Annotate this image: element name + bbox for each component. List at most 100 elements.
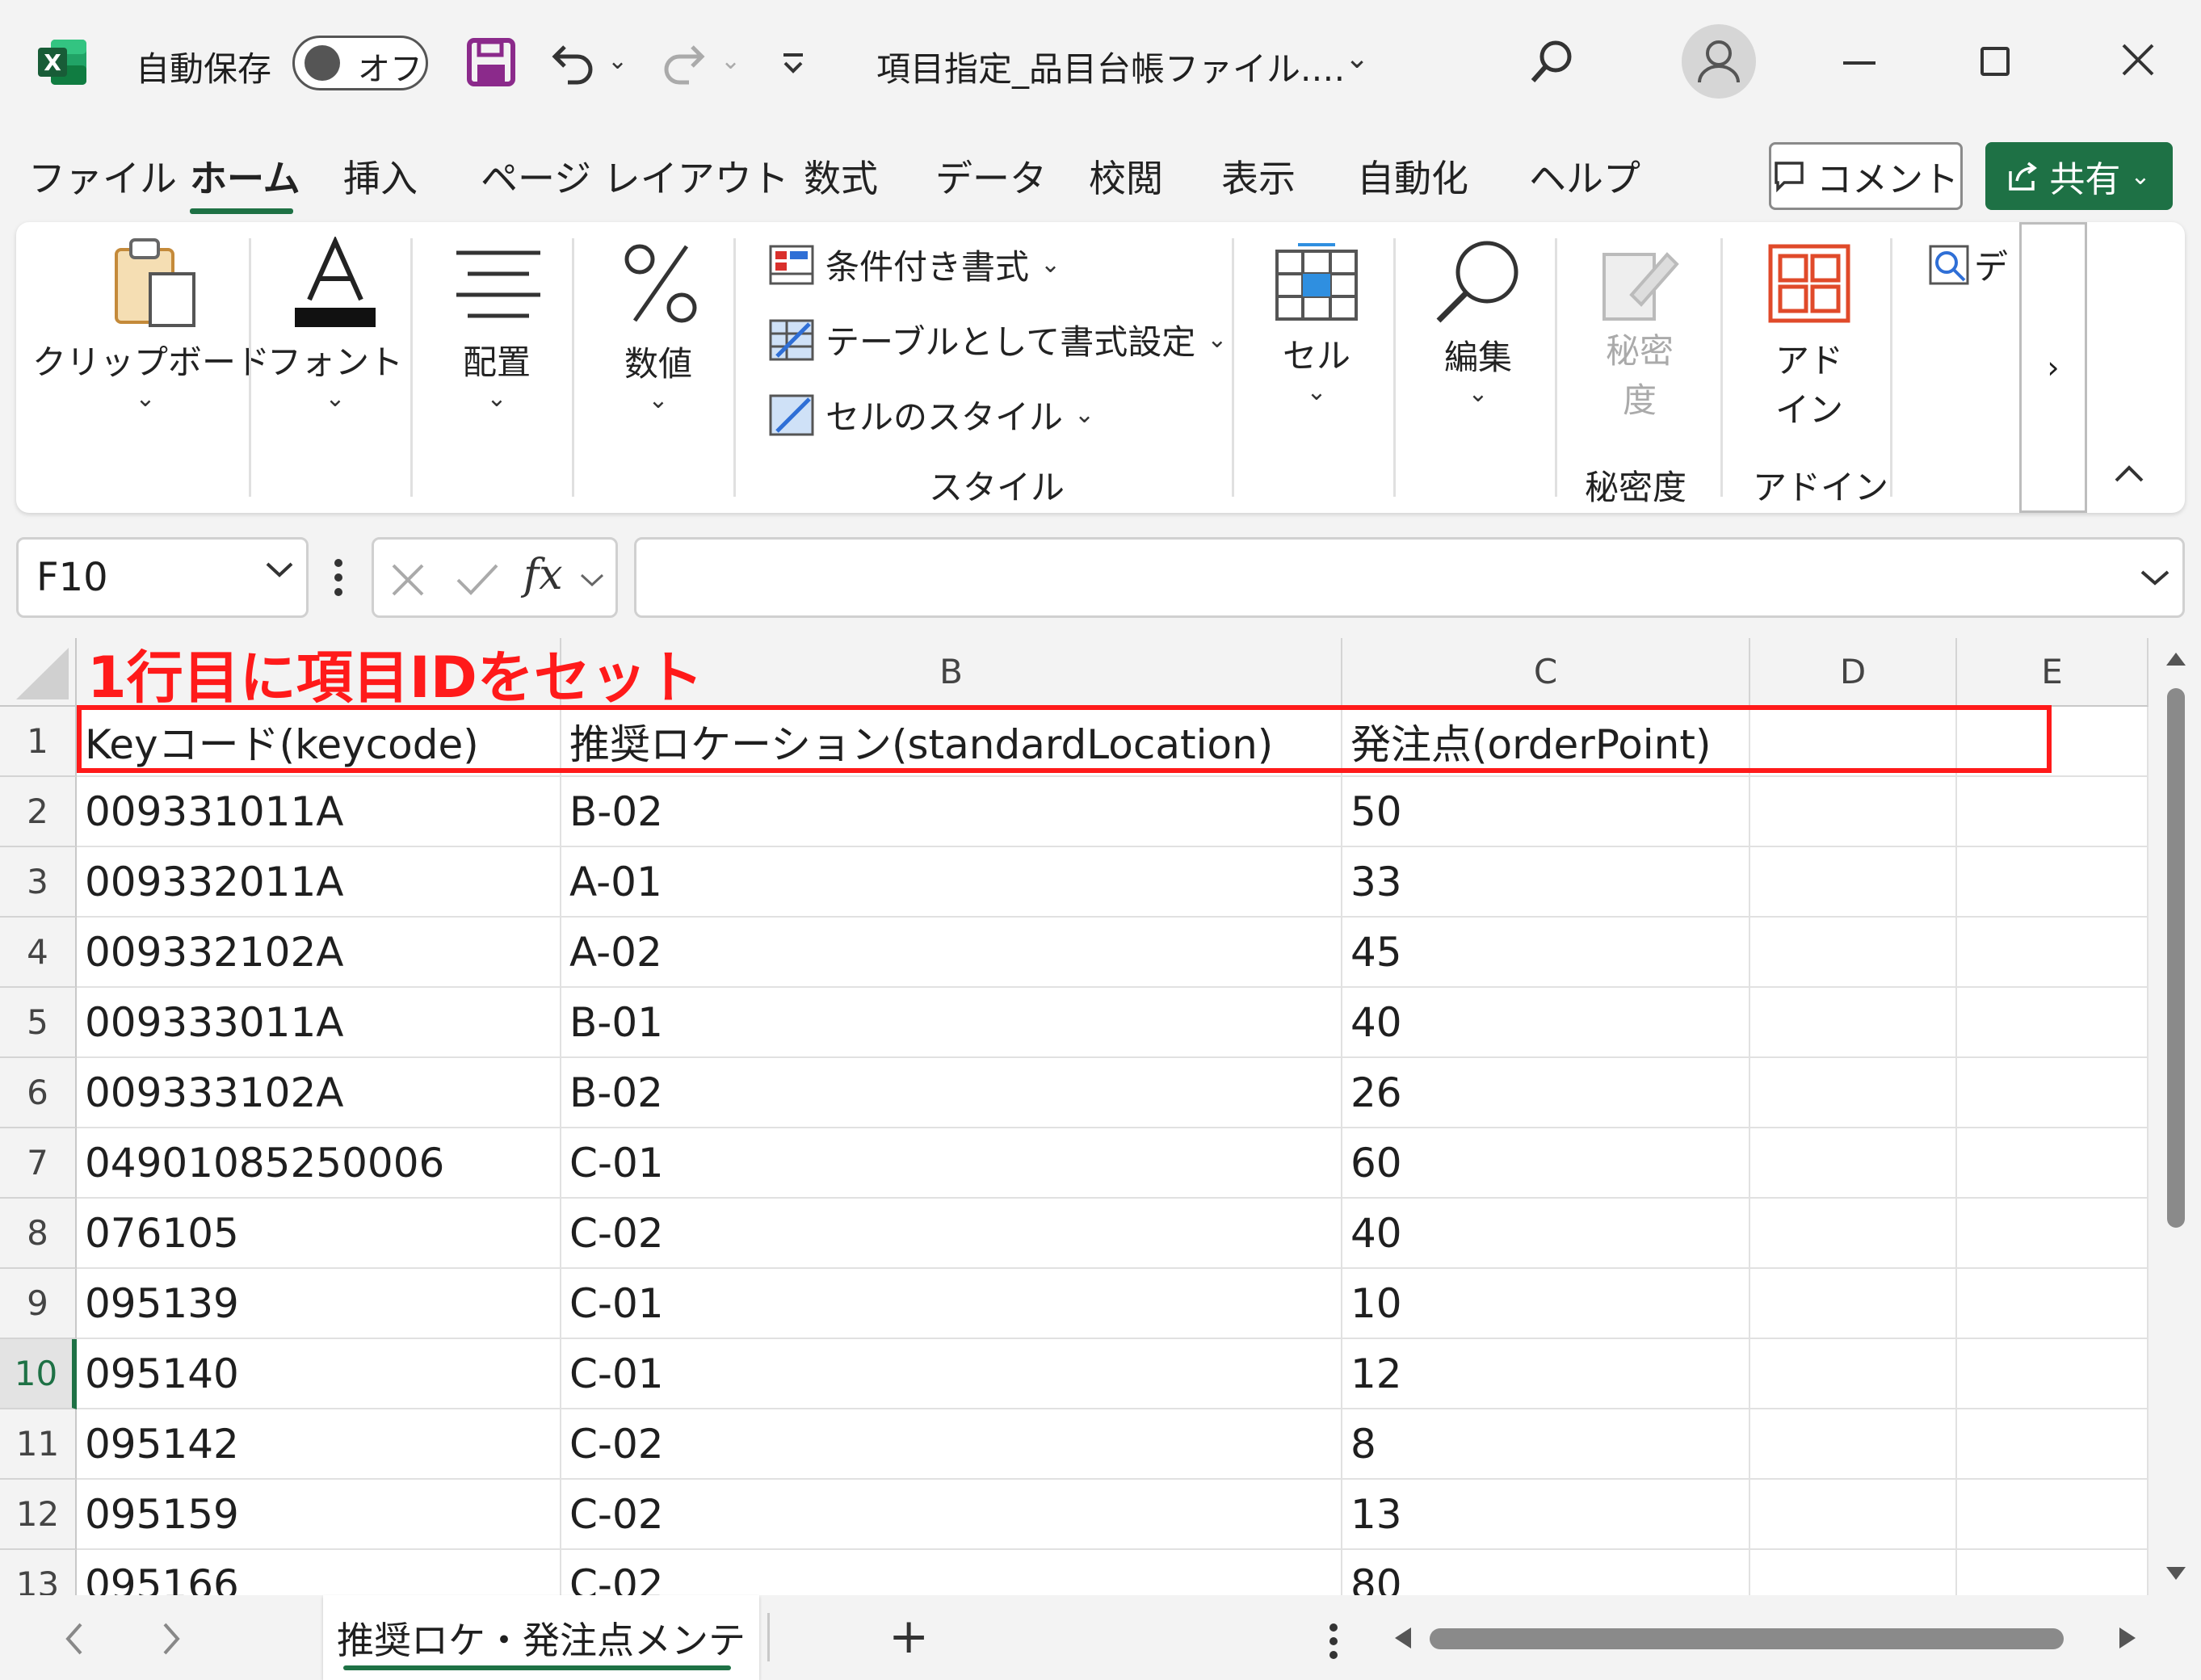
cell-d[interactable] (1750, 1409, 1957, 1480)
collapse-ribbon-icon[interactable] (2115, 464, 2144, 482)
maximize-icon[interactable] (1980, 47, 2010, 76)
scroll-up-icon[interactable] (2165, 649, 2187, 667)
row-header[interactable]: 13 (0, 1550, 77, 1595)
cell-b[interactable]: B-02 (561, 1058, 1342, 1128)
cell-a[interactable]: 095166 (77, 1550, 561, 1595)
cell-a[interactable]: 095139 (77, 1269, 561, 1339)
file-name[interactable]: 項目指定_品目台帳ファイル.… (876, 42, 1345, 91)
cell-e[interactable] (1957, 1409, 2148, 1480)
cell-b[interactable]: C-01 (561, 1339, 1342, 1409)
cell-d[interactable] (1750, 1199, 1957, 1269)
tab-home[interactable]: ホーム (190, 149, 300, 203)
row-header[interactable]: 4 (0, 918, 77, 988)
previous-sheet-icon[interactable] (65, 1623, 84, 1655)
cell-c[interactable]: 40 (1342, 988, 1750, 1058)
name-box-dropdown-icon[interactable] (266, 561, 293, 578)
cell-d[interactable] (1750, 918, 1957, 988)
font-group[interactable]: フォント ⌄ (258, 230, 412, 413)
tab-insert[interactable]: 挿入 (343, 149, 418, 203)
cell-b[interactable]: C-01 (561, 1128, 1342, 1199)
cell-d[interactable] (1750, 1269, 1957, 1339)
cell-c[interactable]: 13 (1342, 1480, 1750, 1550)
minimize-icon[interactable] (1843, 61, 1875, 65)
customize-icon[interactable] (777, 47, 809, 79)
cell-b[interactable]: C-02 (561, 1409, 1342, 1480)
cell-a[interactable]: 095142 (77, 1409, 561, 1480)
account-icon[interactable] (1682, 24, 1756, 99)
redo-icon[interactable] (658, 36, 712, 89)
tab-data[interactable]: データ (935, 149, 1047, 203)
row-header[interactable]: 2 (0, 777, 77, 847)
cell-d[interactable] (1750, 1058, 1957, 1128)
cell-e[interactable] (1957, 847, 2148, 918)
scroll-right-icon[interactable] (2118, 1626, 2137, 1650)
cell-a[interactable]: 095159 (77, 1480, 561, 1550)
number-group[interactable]: 数値 ⌄ (582, 230, 735, 414)
row-header[interactable]: 11 (0, 1409, 77, 1480)
cell-d[interactable] (1750, 988, 1957, 1058)
cell-d[interactable] (1750, 847, 1957, 918)
formula-input[interactable] (634, 537, 2185, 618)
row-header[interactable]: 3 (0, 847, 77, 918)
column-header-e[interactable]: E (1957, 638, 2148, 707)
cell-e[interactable] (1957, 1269, 2148, 1339)
cell-d[interactable] (1750, 1480, 1957, 1550)
select-all-button[interactable] (0, 638, 77, 707)
share-button[interactable]: 共有 ⌄ (1985, 142, 2173, 210)
cell-e[interactable] (1957, 1128, 2148, 1199)
cell-b[interactable]: A-01 (561, 847, 1342, 918)
cell-b[interactable]: A-02 (561, 918, 1342, 988)
cell-e[interactable] (1957, 1339, 2148, 1409)
comments-button[interactable]: コメント (1769, 142, 1963, 210)
row-header[interactable]: 7 (0, 1128, 77, 1199)
cancel-icon[interactable] (390, 562, 426, 598)
sheet-options-icon[interactable] (1329, 1623, 1338, 1660)
row-header[interactable]: 5 (0, 988, 77, 1058)
cell-e[interactable] (1957, 988, 2148, 1058)
cell-e[interactable] (1957, 918, 2148, 988)
cell-e[interactable] (1957, 1550, 2148, 1595)
close-icon[interactable] (2120, 42, 2156, 78)
cell-e[interactable] (1957, 777, 2148, 847)
function-dropdown-icon[interactable] (580, 572, 604, 588)
scroll-down-icon[interactable] (2165, 1565, 2187, 1583)
cell-a[interactable]: 04901085250006 (77, 1128, 561, 1199)
search-icon[interactable] (1527, 36, 1578, 87)
undo-dropdown-icon[interactable]: ⌄ (607, 47, 628, 75)
expand-formula-bar-icon[interactable] (2140, 569, 2169, 586)
cell-d[interactable] (1750, 777, 1957, 847)
cell-a[interactable]: 009331011A (77, 777, 561, 847)
formula-bar-options-icon[interactable] (333, 557, 344, 598)
format-as-table-button[interactable]: テーブルとして書式設定 ⌄ (769, 315, 1227, 364)
cell-b[interactable]: C-01 (561, 1269, 1342, 1339)
cell-b[interactable]: B-01 (561, 988, 1342, 1058)
column-header-c[interactable]: C (1342, 638, 1750, 707)
autosave-toggle[interactable]: オフ (292, 36, 428, 90)
cell-a[interactable]: 009332011A (77, 847, 561, 918)
name-box[interactable]: F10 (16, 537, 309, 618)
cell-styles-button[interactable]: セルのスタイル ⌄ (769, 390, 1094, 439)
tab-review[interactable]: 校閲 (1089, 149, 1163, 203)
editing-group[interactable]: 編集 ⌄ (1401, 230, 1555, 408)
tab-view[interactable]: 表示 (1221, 149, 1296, 203)
cell-c[interactable]: 80 (1342, 1550, 1750, 1595)
addins-group[interactable]: アド イン (1728, 230, 1890, 432)
next-sheet-icon[interactable] (162, 1623, 181, 1655)
undo-icon[interactable] (545, 36, 599, 89)
tab-formulas[interactable]: 数式 (804, 149, 878, 203)
tab-page-layout[interactable]: ページ レイアウト (481, 149, 789, 203)
cell-b[interactable]: C-02 (561, 1550, 1342, 1595)
cell-e[interactable] (1957, 1199, 2148, 1269)
cell-e[interactable] (1957, 1480, 2148, 1550)
cell-c[interactable]: 10 (1342, 1269, 1750, 1339)
cell-b[interactable]: C-02 (561, 1480, 1342, 1550)
row-header[interactable]: 9 (0, 1269, 77, 1339)
cell-d[interactable] (1750, 1128, 1957, 1199)
clipboard-group[interactable]: クリップボード ⌄ (32, 230, 270, 413)
spreadsheet-grid[interactable]: B C D E 1 Keyコード(keycode) 推奨ロケーション(standar… (0, 638, 2148, 1595)
scroll-left-icon[interactable] (1393, 1626, 1413, 1650)
add-sheet-button[interactable]: + (888, 1608, 929, 1665)
cell-d[interactable] (1750, 1339, 1957, 1409)
redo-dropdown-icon[interactable]: ⌄ (720, 47, 741, 75)
insert-function-icon[interactable]: fx (523, 551, 563, 599)
